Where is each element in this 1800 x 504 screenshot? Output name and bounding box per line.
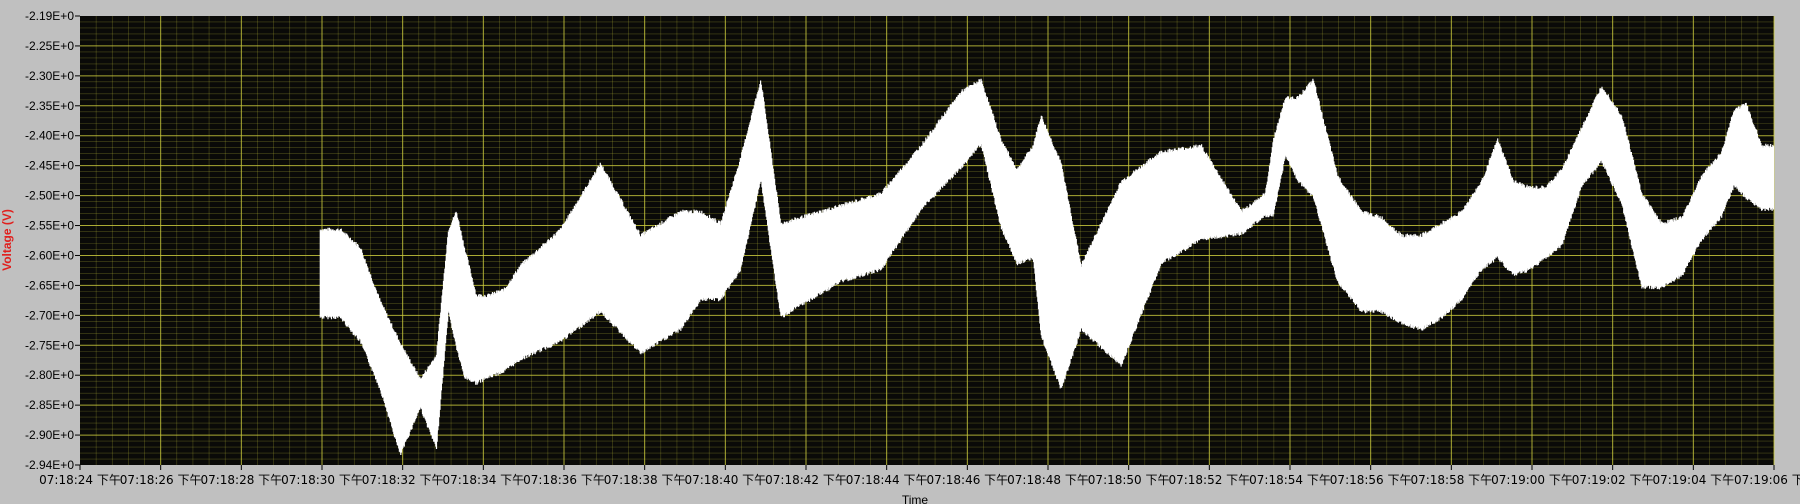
y-tick-label: -2.55E+0: [25, 219, 74, 233]
x-tick-label: 07:18:50 下午: [1088, 473, 1170, 487]
y-tick-label: -2.35E+0: [25, 99, 74, 113]
x-tick-label: 07:18:40 下午: [684, 473, 766, 487]
x-tick-label: 07:18:38 下午: [604, 473, 686, 487]
x-tick-label: 07:18:48 下午: [1007, 473, 1089, 487]
x-tick-label: 07:18:30 下午: [281, 473, 363, 487]
x-tick-label: 07:19:02 下午: [1572, 473, 1654, 487]
x-axis-ticks: 07:18:24 下午07:18:26 下午07:18:28 下午07:18:3…: [39, 465, 1800, 487]
voltage-chart: -2.19E+0 -2.25E+0 -2.30E+0 -2.35E+0 -2.40E+0…: [0, 9, 1800, 504]
y-tick-label: -2.45E+0: [25, 159, 74, 173]
y-tick-label: -2.80E+0: [25, 368, 74, 382]
y-tick-label: -2.25E+0: [25, 39, 74, 53]
y-tick-label: -2.90E+0: [25, 428, 74, 442]
x-tick-label: 07:18:28 下午: [200, 473, 282, 487]
y-tick-label: -2.60E+0: [25, 248, 74, 262]
x-tick-label: 07:18:46 下午: [926, 473, 1008, 487]
x-tick-label: 07:18:44 下午: [846, 473, 928, 487]
y-axis-title: Voltage (V): [0, 209, 14, 271]
y-tick-label: -2.75E+0: [25, 338, 74, 352]
x-tick-label: 07:18:58 下午: [1410, 473, 1492, 487]
y-tick-label: -2.50E+0: [25, 189, 74, 203]
y-axis-ticks: -2.19E+0 -2.25E+0 -2.30E+0 -2.35E+0 -2.40E+0…: [25, 9, 80, 472]
y-tick-label: -2.19E+0: [25, 9, 74, 23]
x-tick-label: 07:19:00 下午: [1491, 473, 1573, 487]
x-tick-label: 07:18:32 下午: [362, 473, 444, 487]
x-tick-label: 07:18:24 下午: [39, 473, 121, 487]
x-axis-title: Time: [902, 493, 929, 504]
x-tick-label: 07:19:04 下午: [1652, 473, 1734, 487]
x-tick-label: 07:18:34 下午: [442, 473, 524, 487]
y-tick-label: -2.65E+0: [25, 278, 74, 292]
x-tick-label: 07:18:54 下午: [1249, 473, 1331, 487]
x-tick-label: 07:18:26 下午: [120, 473, 202, 487]
x-tick-label: 07:18:52 下午: [1168, 473, 1250, 487]
y-tick-label: -2.94E+0: [25, 458, 74, 472]
y-tick-label: -2.30E+0: [25, 69, 74, 83]
y-tick-label: -2.85E+0: [25, 398, 74, 412]
x-tick-label: 07:18:56 下午: [1330, 473, 1412, 487]
x-tick-label: 07:18:42 下午: [765, 473, 847, 487]
chart-window: -2.19E+0 -2.25E+0 -2.30E+0 -2.35E+0 -2.40E+0…: [0, 0, 1800, 504]
y-tick-label: -2.40E+0: [25, 129, 74, 143]
y-tick-label: -2.70E+0: [25, 308, 74, 322]
x-tick-label: 07:18:36 下午: [523, 473, 605, 487]
x-tick-label: 07:19:06 下: [1734, 473, 1800, 487]
